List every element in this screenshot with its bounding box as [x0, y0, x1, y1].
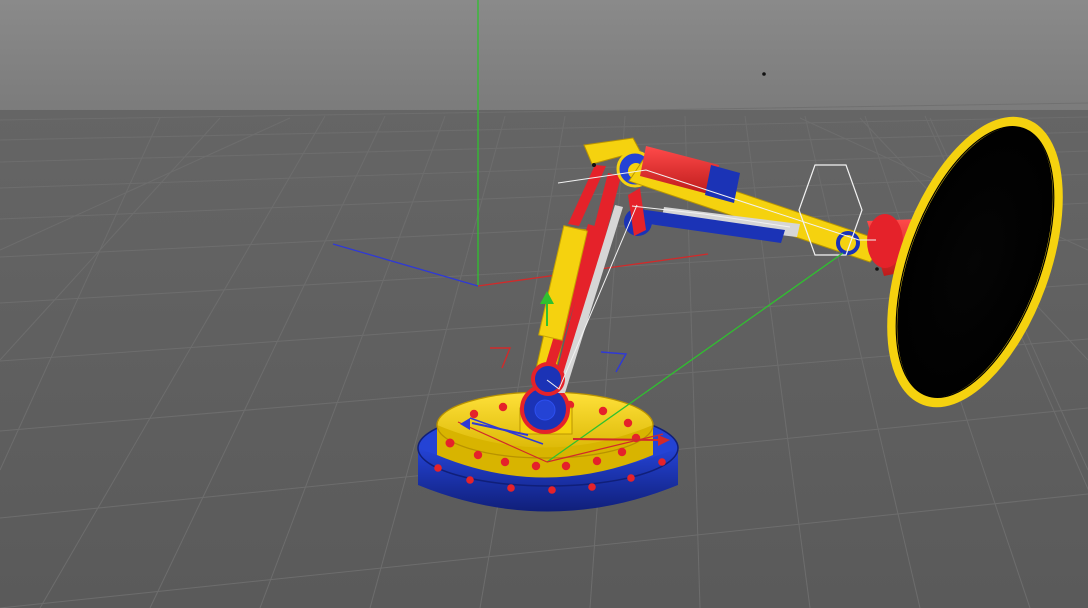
scene-canvas[interactable]	[0, 0, 1088, 608]
distant-point-2	[875, 267, 879, 271]
sky-background	[0, 0, 1088, 120]
red-right-arrow	[572, 438, 661, 441]
lower-arm-joint	[531, 362, 565, 396]
base-pivot-center	[534, 399, 556, 421]
elbow-guide-point	[592, 163, 596, 167]
distant-point-1	[762, 72, 766, 76]
3d-viewport[interactable]	[0, 0, 1088, 608]
